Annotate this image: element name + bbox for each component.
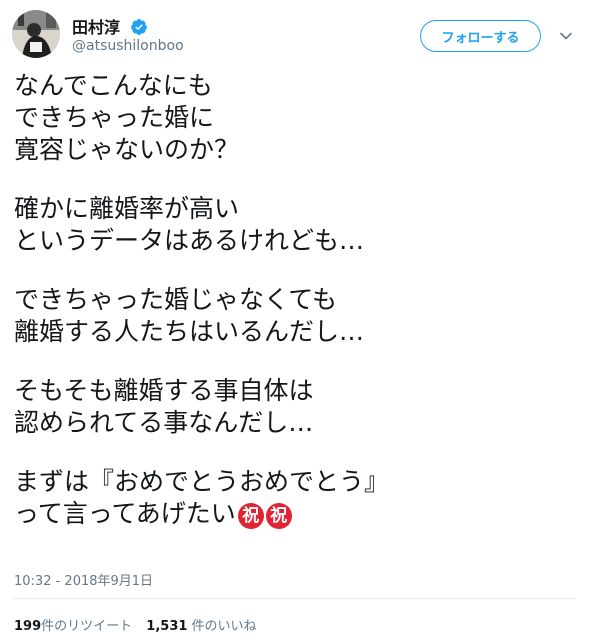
tweet-line: 寛容じゃないのか？ — [14, 135, 240, 164]
celebration-emoji-icon: 祝 — [237, 503, 264, 529]
verified-badge-icon — [130, 19, 147, 35]
tweet-paragraph: そもそも離婚する事自体は 認められてる事なんだし… — [14, 375, 574, 439]
like-count: 1,531 — [146, 619, 188, 634]
tweet-stats: 199件のリツイート 1,531 件のいいね — [14, 615, 257, 634]
retweet-count: 199 — [14, 619, 42, 634]
divider — [14, 598, 575, 599]
tweet-text: なんでこんなにも できちゃった婚に 寛容じゃないのか？ 確かに離婚率が高い とい… — [14, 70, 574, 557]
follow-button[interactable]: フォローする — [420, 20, 541, 52]
tweet-timestamp[interactable]: 10:32 - 2018年9月1日 — [14, 570, 153, 589]
like-count-link[interactable]: 1,531 件のいいね — [146, 619, 256, 634]
tweet-line-text: って言ってあげたい — [14, 499, 236, 528]
tweet-line: 離婚する人たちはいるんだし… — [14, 317, 365, 346]
tweet-card: 田村淳 @atsushilonboo フォローする なんでこんなにも できちゃっ… — [0, 0, 589, 644]
tweet-line: できちゃった婚じゃなくても — [14, 285, 338, 314]
tweet-line: 認められてる事なんだし… — [14, 408, 314, 437]
tweet-line-with-emoji: って言ってあげたい祝祝 — [14, 498, 574, 530]
user-handle[interactable]: @atsushilonboo — [72, 38, 184, 54]
avatar[interactable] — [12, 10, 60, 58]
chevron-down-icon[interactable] — [558, 28, 574, 44]
tweet-paragraph: なんでこんなにも できちゃった婚に 寛容じゃないのか？ — [14, 70, 574, 166]
tweet-line: できちゃった婚に — [14, 103, 215, 132]
display-name[interactable]: 田村淳 — [72, 14, 148, 38]
tweet-line: 確かに離婚率が高い — [14, 194, 240, 223]
retweet-count-link[interactable]: 199件のリツイート — [14, 619, 132, 634]
retweet-label: 件のリツイート — [41, 619, 133, 634]
display-name-text: 田村淳 — [72, 18, 121, 37]
tweet-line: なんでこんなにも — [14, 71, 213, 100]
tweet-paragraph: できちゃった婚じゃなくても 離婚する人たちはいるんだし… — [14, 284, 574, 348]
tweet-paragraph: 確かに離婚率が高い というデータはあるけれども… — [14, 193, 574, 257]
tweet-paragraph: まずは『おめでとうおめでとう』 って言ってあげたい祝祝 — [14, 466, 574, 530]
tweet-line: まずは『おめでとうおめでとう』 — [14, 467, 390, 496]
celebration-emoji-icon: 祝 — [265, 503, 292, 529]
tweet-line: そもそも離婚する事自体は — [14, 376, 314, 405]
avatar-image — [12, 10, 60, 58]
tweet-line: というデータはあるけれども… — [14, 226, 365, 255]
like-label: 件のいいね — [187, 619, 257, 634]
